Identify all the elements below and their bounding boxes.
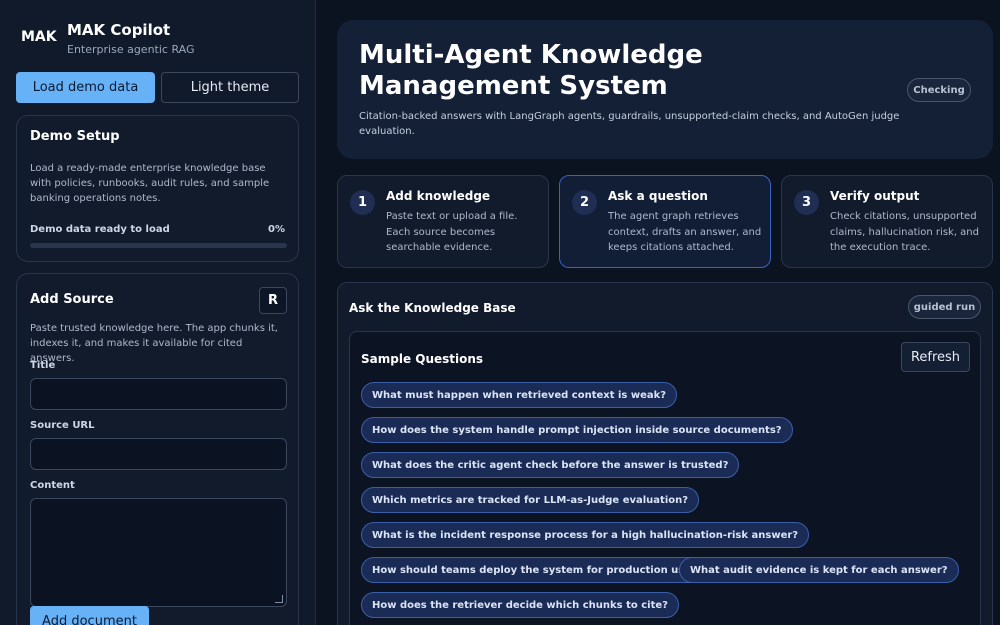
step-number: 1 [350,190,375,215]
sample-questions-title: Sample Questions [361,352,484,366]
sample-question-chip[interactable]: What does the critic agent check before … [361,452,740,478]
title-field-label: Title [30,360,56,371]
add-document-button[interactable]: Add document [30,606,149,625]
demo-progress-bar [30,243,287,248]
step-card-ask-question: 2 Ask a question The agent graph retriev… [559,175,771,268]
source-url-field-label: Source URL [30,420,95,431]
refresh-button[interactable]: Refresh [901,342,970,372]
sample-question-chip[interactable]: What audit evidence is kept for each ans… [679,557,959,583]
add-source-panel: Add Source R Paste trusted knowledge her… [16,273,299,625]
page-title: Multi-Agent Knowledge Management System [359,40,703,101]
sample-question-chip[interactable]: What must happen when retrieved context … [361,382,678,408]
brand-name: MAK Copilot [67,21,171,39]
step-card-add-knowledge: 1 Add knowledge Paste text or upload a f… [337,175,549,268]
sidebar: MAK MAK Copilot Enterprise agentic RAG L… [0,0,316,625]
sample-questions-box: Sample Questions Refresh What must happe… [349,331,981,625]
sample-question-chip[interactable]: What is the incident response process fo… [361,522,810,548]
sample-question-chip[interactable]: Which metrics are tracked for LLM-as-Jud… [361,487,700,513]
demo-setup-panel: Demo Setup Load a ready-made enterprise … [16,115,299,262]
resize-handle-icon[interactable] [275,595,283,603]
source-url-field[interactable] [30,438,287,470]
demo-progress-label: Demo data ready to load [30,224,170,235]
brand: MAK MAK Copilot Enterprise agentic RAG [21,21,195,56]
hero-header: Multi-Agent Knowledge Management System … [337,20,993,159]
content-field-label: Content [30,480,75,491]
r-button[interactable]: R [259,287,287,314]
load-demo-button[interactable]: Load demo data [16,72,155,103]
brand-subtitle: Enterprise agentic RAG [67,43,195,56]
theme-toggle-button[interactable]: Light theme [161,72,299,103]
step-number: 3 [794,190,819,215]
demo-setup-description: Load a ready-made enterprise knowledge b… [30,163,270,204]
sample-question-chip[interactable]: How does the system handle prompt inject… [361,417,793,443]
ask-panel-title: Ask the Knowledge Base [349,301,516,315]
step-description: Paste text or upload a file. Each source… [386,211,518,253]
title-field[interactable] [30,378,287,410]
sample-question-chip[interactable]: How should teams deploy the system for p… [361,557,708,583]
brand-logo: MAK [21,29,57,45]
sample-question-chip[interactable]: How does the retriever decide which chun… [361,592,679,618]
demo-progress-value: 0% [268,224,285,235]
step-title: Verify output [830,189,920,203]
step-title: Add knowledge [386,189,491,203]
mode-badge: guided run [908,295,981,319]
step-description: Check citations, unsupported claims, hal… [830,211,979,253]
add-source-description: Paste trusted knowledge here. The app ch… [30,323,278,364]
step-description: The agent graph retrieves context, draft… [608,211,762,253]
page-description: Citation-backed answers with LangGraph a… [359,111,900,137]
step-number: 2 [572,190,597,215]
add-source-title: Add Source [30,292,114,307]
demo-setup-title: Demo Setup [30,129,120,144]
step-title: Ask a question [608,189,708,203]
content-textarea[interactable] [30,498,287,607]
ask-knowledge-base-panel: Ask the Knowledge Base guided run Sample… [337,282,993,625]
status-badge: Checking [907,78,971,102]
step-card-verify-output: 3 Verify output Check citations, unsuppo… [781,175,993,268]
